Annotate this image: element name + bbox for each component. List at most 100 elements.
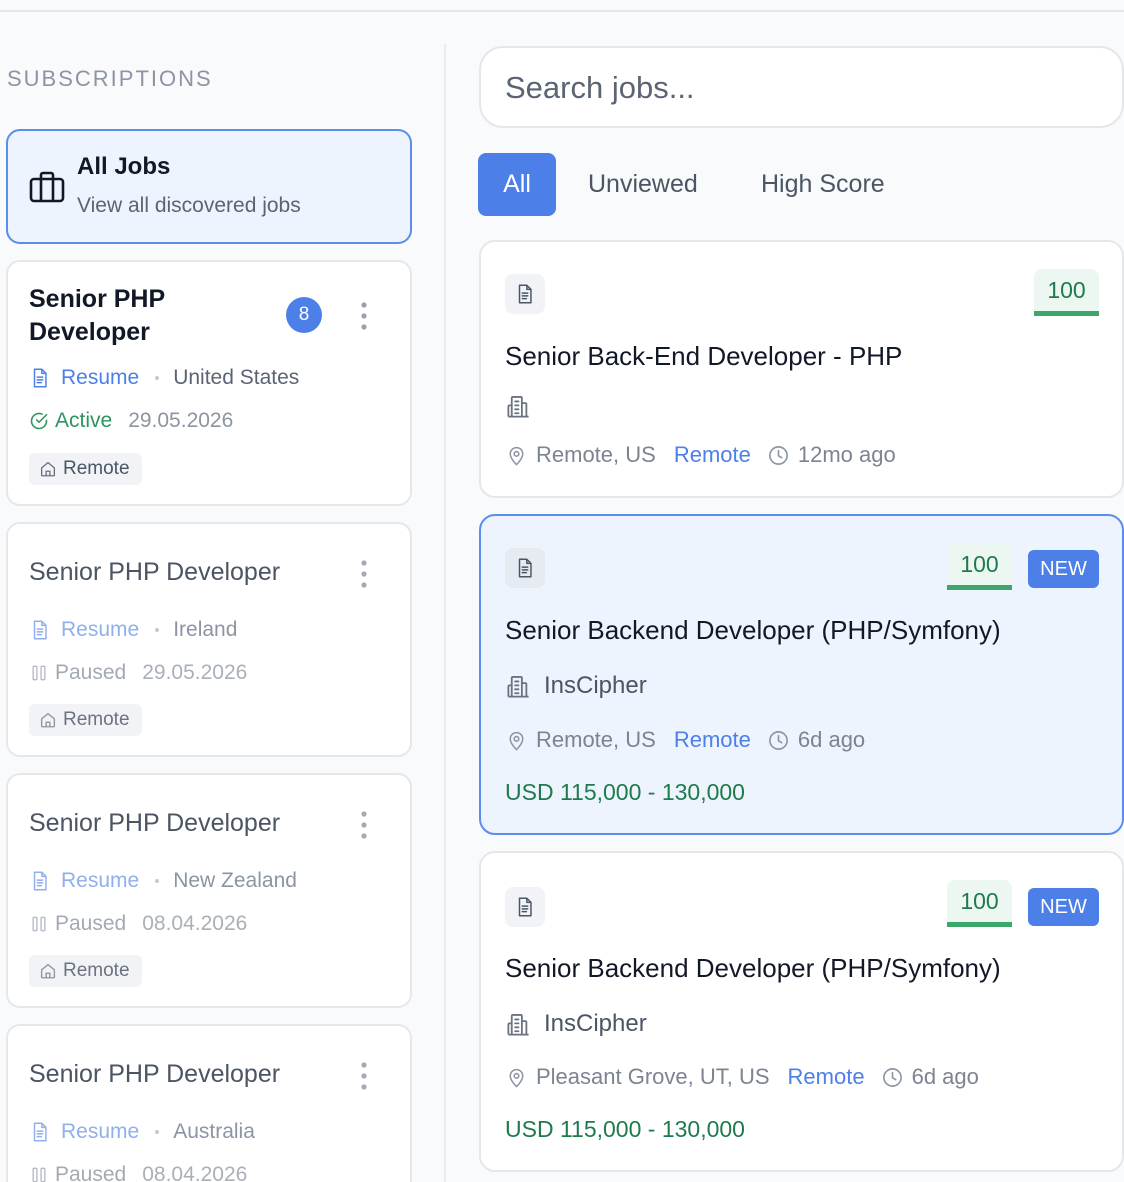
home-icon — [39, 711, 57, 729]
separator-dot — [155, 1130, 160, 1134]
document-icon — [29, 619, 51, 641]
separator-dot — [155, 628, 160, 632]
subscription-name: Senior PHP Developer — [29, 558, 281, 586]
subscription-status: Paused — [55, 1163, 127, 1182]
subscription-meta: Resume Australia — [29, 1120, 255, 1144]
company-row — [505, 393, 532, 420]
subscription-card[interactable]: Senior PHP Developer Resume Australia Pa… — [6, 1024, 412, 1182]
all-jobs-subtitle: View all discovered jobs — [77, 194, 301, 217]
briefcase-icon — [29, 171, 65, 203]
subscription-date: 29.05.2026 — [142, 661, 248, 684]
subscription-status: Paused — [55, 912, 127, 935]
separator-dot — [155, 879, 160, 883]
new-badge: NEW — [1028, 888, 1099, 926]
work-type-chip: Remote — [29, 704, 142, 736]
building-icon — [505, 673, 532, 700]
subscription-date: 08.04.2026 — [142, 912, 248, 935]
resume-link[interactable]: Resume — [61, 869, 139, 893]
match-score: 100 — [947, 880, 1012, 927]
work-type-chip: Remote — [29, 955, 142, 987]
pause-icon — [29, 1165, 49, 1182]
tab-unviewed[interactable]: Unviewed — [588, 153, 698, 216]
work-type-label: Remote — [63, 960, 130, 981]
job-meta: Pleasant Grove, UT, US Remote 6d ago — [505, 1064, 979, 1090]
job-card[interactable]: 100 Senior Back-End Developer - PHP Remo… — [479, 240, 1124, 498]
job-card[interactable]: 100 NEW Senior Backend Developer (PHP/Sy… — [479, 514, 1124, 835]
more-options-icon[interactable] — [352, 558, 376, 590]
company-row: InsCipher — [505, 1010, 647, 1038]
job-type-tile — [505, 274, 545, 314]
document-icon — [514, 283, 536, 305]
location-pin-icon — [505, 729, 528, 752]
subscription-card[interactable]: Senior PHP Developer 8 Resume United Sta… — [6, 260, 412, 506]
resume-link[interactable]: Resume — [61, 1120, 139, 1144]
top-border — [0, 10, 1124, 12]
subscription-card[interactable]: Senior PHP Developer Resume Ireland Paus… — [6, 522, 412, 757]
job-type-tile — [505, 548, 545, 588]
pause-icon — [29, 914, 49, 934]
subscription-status-row: Paused 29.05.2026 — [29, 661, 247, 685]
subscription-name: Senior PHP Developer — [29, 809, 281, 837]
job-salary: USD 115,000 - 130,000 — [505, 1116, 745, 1142]
new-badge: NEW — [1028, 550, 1099, 588]
more-options-icon[interactable] — [352, 1060, 376, 1092]
job-meta: Remote, US Remote 12mo ago — [505, 442, 896, 468]
clock-icon — [767, 729, 790, 752]
company-name: InsCipher — [544, 1010, 647, 1037]
search-box[interactable] — [479, 46, 1124, 128]
building-icon — [505, 1011, 532, 1038]
document-icon — [29, 367, 51, 389]
job-type-tile — [505, 887, 545, 927]
job-title[interactable]: Senior Backend Developer (PHP/Symfony) — [505, 615, 1001, 646]
more-options-icon[interactable] — [352, 809, 376, 841]
work-type-label: Remote — [63, 709, 130, 730]
document-icon — [29, 870, 51, 892]
clock-icon — [767, 444, 790, 467]
document-icon — [29, 1121, 51, 1143]
subscription-meta: Resume United States — [29, 366, 299, 390]
home-icon — [39, 460, 57, 478]
subscription-country: United States — [173, 366, 300, 389]
more-options-icon[interactable] — [352, 300, 376, 332]
subscription-status: Active — [55, 409, 113, 432]
separator-dot — [155, 376, 160, 380]
search-input[interactable] — [505, 66, 1085, 110]
location-pin-icon — [505, 1066, 528, 1089]
subscription-name: Senior PHP Developer — [29, 285, 165, 346]
home-icon — [39, 962, 57, 980]
job-salary: USD 115,000 - 130,000 — [505, 779, 745, 805]
resume-link[interactable]: Resume — [61, 366, 139, 390]
subscription-card[interactable]: Senior PHP Developer Resume New Zealand … — [6, 773, 412, 1008]
document-icon — [514, 896, 536, 918]
subscription-date: 08.04.2026 — [142, 1163, 248, 1182]
job-age: 12mo ago — [797, 442, 896, 467]
all-jobs-item[interactable]: All Jobs View all discovered jobs — [6, 129, 412, 244]
subscription-country: New Zealand — [173, 869, 297, 892]
job-age: 6d ago — [797, 727, 866, 752]
job-title[interactable]: Senior Backend Developer (PHP/Symfony) — [505, 953, 1001, 984]
job-work-type: Remote — [787, 1064, 865, 1089]
job-location: Pleasant Grove, UT, US — [536, 1064, 770, 1089]
job-work-type: Remote — [673, 727, 751, 752]
pause-icon — [29, 663, 49, 683]
job-location: Remote, US — [536, 727, 656, 752]
new-jobs-count-badge: 8 — [286, 297, 322, 333]
job-card[interactable]: 100 NEW Senior Backend Developer (PHP/Sy… — [479, 851, 1124, 1172]
job-title[interactable]: Senior Back-End Developer - PHP — [505, 341, 902, 372]
subscription-meta: Resume Ireland — [29, 618, 237, 642]
document-icon — [514, 557, 536, 579]
check-circle-icon — [29, 411, 49, 431]
resume-link[interactable]: Resume — [61, 618, 139, 642]
work-type-chip: Remote — [29, 453, 142, 485]
job-age: 6d ago — [911, 1064, 979, 1089]
match-score: 100 — [1034, 269, 1099, 316]
all-jobs-title: All Jobs — [77, 153, 171, 180]
subscription-country: Ireland — [173, 618, 238, 641]
match-score: 100 — [947, 543, 1012, 590]
tab-high-score[interactable]: High Score — [761, 153, 885, 216]
tab-all[interactable]: All — [478, 153, 556, 216]
company-row: InsCipher — [505, 672, 647, 700]
job-meta: Remote, US Remote 6d ago — [505, 727, 865, 753]
subscription-status: Paused — [55, 661, 127, 684]
subscription-date: 29.05.2026 — [128, 409, 234, 432]
